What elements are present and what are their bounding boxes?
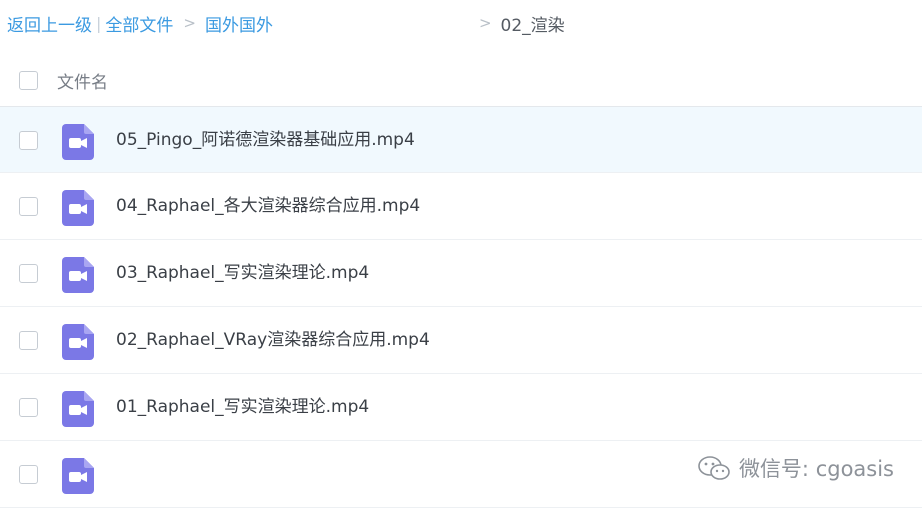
video-file-icon <box>62 391 94 427</box>
file-row[interactable]: 05_Pingo_阿诺德渲染器基础应用.mp4 <box>0 106 922 173</box>
file-list: 05_Pingo_阿诺德渲染器基础应用.mp4 04_Raphael_各大渲染器… <box>0 106 922 508</box>
watermark: 微信号: cgoasis <box>697 453 894 483</box>
file-row[interactable]: 04_Raphael_各大渲染器综合应用.mp4 <box>0 173 922 240</box>
current-folder: 02_渲染 <box>500 15 565 36</box>
file-name[interactable]: 05_Pingo_阿诺德渲染器基础应用.mp4 <box>116 107 415 174</box>
row-checkbox[interactable] <box>19 331 38 350</box>
list-header: 文件名 <box>0 56 922 104</box>
file-row[interactable]: 03_Raphael_写实渲染理论.mp4 <box>0 240 922 307</box>
file-row[interactable]: 02_Raphael_VRay渲染器综合应用.mp4 <box>0 307 922 374</box>
video-file-icon <box>62 124 94 160</box>
wechat-icon <box>698 456 730 480</box>
chevron-right-icon: > <box>478 14 492 32</box>
watermark-text: 微信号: cgoasis <box>738 457 894 481</box>
all-files-link[interactable]: 全部文件 <box>105 11 173 36</box>
video-file-icon <box>62 324 94 360</box>
file-name[interactable]: 01_Raphael_写实渲染理论.mp4 <box>116 374 369 441</box>
video-file-icon <box>62 257 94 293</box>
file-browser: 返回上一级 | 全部文件 > 国外国外 > 02_渲染 文件名 05_Pingo… <box>0 0 922 509</box>
breadcrumb-divider: | <box>96 13 102 33</box>
row-checkbox[interactable] <box>19 465 38 484</box>
row-checkbox[interactable] <box>19 197 38 216</box>
chevron-right-icon: > <box>183 14 196 32</box>
row-checkbox[interactable] <box>19 131 38 150</box>
row-checkbox[interactable] <box>19 398 38 417</box>
folder-link[interactable]: 国外国外 <box>205 11 273 36</box>
back-link[interactable]: 返回上一级 <box>7 11 92 36</box>
file-row[interactable]: 01_Raphael_写实渲染理论.mp4 <box>0 374 922 441</box>
breadcrumb: 返回上一级 | 全部文件 > 国外国外 > 02_渲染 <box>0 0 922 46</box>
column-header-filename[interactable]: 文件名 <box>57 68 108 93</box>
file-name[interactable]: 04_Raphael_各大渲染器综合应用.mp4 <box>116 173 420 240</box>
row-checkbox[interactable] <box>19 264 38 283</box>
file-name[interactable]: 02_Raphael_VRay渲染器综合应用.mp4 <box>116 307 430 374</box>
video-file-icon <box>62 458 94 494</box>
file-name[interactable]: 03_Raphael_写实渲染理论.mp4 <box>116 240 369 307</box>
video-file-icon <box>62 190 94 226</box>
select-all-checkbox[interactable] <box>19 70 38 90</box>
